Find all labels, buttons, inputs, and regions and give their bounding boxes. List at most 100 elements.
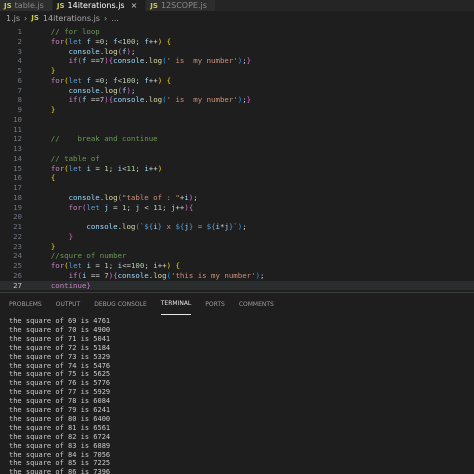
code-text: for(let f =0; f<100; f++) { [33,37,171,47]
panel-tab-terminal[interactable]: TERMINAL [160,293,192,315]
chevron-right-icon: › [24,13,28,23]
code-token: for [50,261,65,270]
code-line[interactable]: 10 [0,115,474,125]
breadcrumb-file[interactable]: 14iterations.js [43,14,100,23]
code-line[interactable]: 27 continue} [0,280,474,290]
code-token: = [90,261,105,270]
code-text: } [33,242,55,252]
editor-tab[interactable]: JS 12SCOPE.js [146,0,216,11]
code-line[interactable]: 2 for(let f =0; f<100; f++) { [0,37,474,47]
code-token: let [68,36,82,46]
code-token: { [50,173,56,183]
panel-tab-ports[interactable]: PORTS [205,293,225,315]
line-number: 13 [13,144,22,153]
code-token: = [193,222,207,231]
code-text: } [33,66,55,76]
code-line[interactable]: 11 [0,125,474,135]
code-line[interactable]: 26 if(i == 7){console.log('this is my nu… [0,271,474,281]
line-number: 10 [13,114,22,124]
line-number: 2 [17,36,22,46]
code-token: == [86,56,100,66]
code-line[interactable]: 13 [0,144,474,154]
editor-tab[interactable]: JS 14iterations.js × [52,0,147,11]
code-text: console.log(f); [33,47,136,57]
code-line[interactable]: 22 } [0,232,474,242]
code-line[interactable]: 23 } [0,242,474,252]
code-token: ${ [206,222,216,231]
code-token: ++ [148,75,158,85]
chevron-right-icon: › [103,13,108,23]
line-number: 16 [13,173,22,183]
code-token: x [162,222,176,231]
code-line[interactable]: 24 //squre of number [0,251,474,261]
code-line[interactable]: 21 console.log(`${i} x ${j} = ${i*j}`); [0,222,474,232]
code-line[interactable]: 25 for(let i = 1; i<=100; i++) { [0,261,474,271]
code-token: let [86,202,100,212]
code-token: if [68,56,78,66]
editor-tab[interactable]: JS table.js [0,0,53,11]
code-token: ; [108,261,118,270]
code-token: 11 [153,202,163,212]
code-token: 100 [122,36,136,46]
panel-tab-comments[interactable]: COMMENTS [239,293,274,315]
code-line[interactable]: 19 for(let j = 1; j < 11; j++){ [0,203,474,213]
code-line[interactable]: 9 } [0,105,474,115]
code-line[interactable]: 20 [0,212,474,222]
javascript-file-icon: JS [150,1,158,10]
line-number: 20 [13,212,22,222]
code-token: log [148,56,163,66]
code-token: console [86,222,118,231]
line-number: 17 [13,183,22,192]
code-token: } [246,95,252,105]
code-line[interactable]: 4 if(f ==7){console.log(' is my number')… [0,56,474,66]
breadcrumb-folder[interactable]: 1.js [6,14,20,23]
code-token: console [113,56,145,66]
breadcrumb-symbol[interactable]: ... [111,14,119,23]
code-token: log [122,222,136,231]
panel-tab-debug-console[interactable]: DEBUG CONSOLE [94,293,147,315]
code-token: if [68,270,78,280]
code-token: log [104,192,118,202]
code-token: ; [104,36,114,46]
javascript-file-icon: JS [4,1,12,10]
code-text: } [33,105,55,115]
code-token: ; [144,261,154,270]
code-token: { [166,75,172,85]
code-token: ; [135,36,145,46]
line-number: 3 [17,46,22,56]
code-line[interactable]: 3 console.log(f); [0,47,474,57]
terminal-output[interactable]: the square of 69 is 4761 the square of 70… [0,317,474,474]
code-line[interactable]: 8 if(f ==7){console.log(' is my number')… [0,95,474,105]
code-line[interactable]: 15 for(let i = 1; i<11; i++) [0,164,474,174]
line-number: 15 [13,163,22,173]
code-line[interactable]: 12 // break and continue [0,134,474,144]
code-editor[interactable]: 1 // for loop 2 for(let f =0; f<100; f++)… [0,25,474,290]
code-line[interactable]: 14 // table of [0,154,474,164]
line-number: 12 [13,134,22,144]
code-line[interactable]: 17 [0,183,474,193]
code-line[interactable]: 16 { [0,173,474,183]
code-token: { [166,36,172,46]
line-number: 14 [13,153,22,163]
editor-tab-label: 12SCOPE.js [160,1,207,10]
panel-tab-problems[interactable]: PROBLEMS [9,293,42,315]
code-line[interactable]: 1 // for loop [0,27,474,37]
code-line[interactable]: 7 console.log(f); [0,86,474,96]
code-token: ; [135,163,145,173]
code-token: continue [50,280,87,290]
code-line[interactable]: 18 console.log("table of : "+i); [0,193,474,203]
code-token: { [175,261,180,270]
code-token: // table of [33,153,100,163]
close-tab-icon[interactable]: × [131,1,138,10]
code-line[interactable]: 6 for(let f =0; f<100; f++) { [0,76,474,86]
code-token: log [148,95,163,105]
code-token: if [68,95,78,105]
panel-tab-output[interactable]: OUTPUT [56,293,80,315]
code-token: for [50,163,65,173]
code-line[interactable]: 5 } [0,66,474,76]
javascript-file-icon: JS [31,14,39,22]
code-token: < [139,202,154,212]
